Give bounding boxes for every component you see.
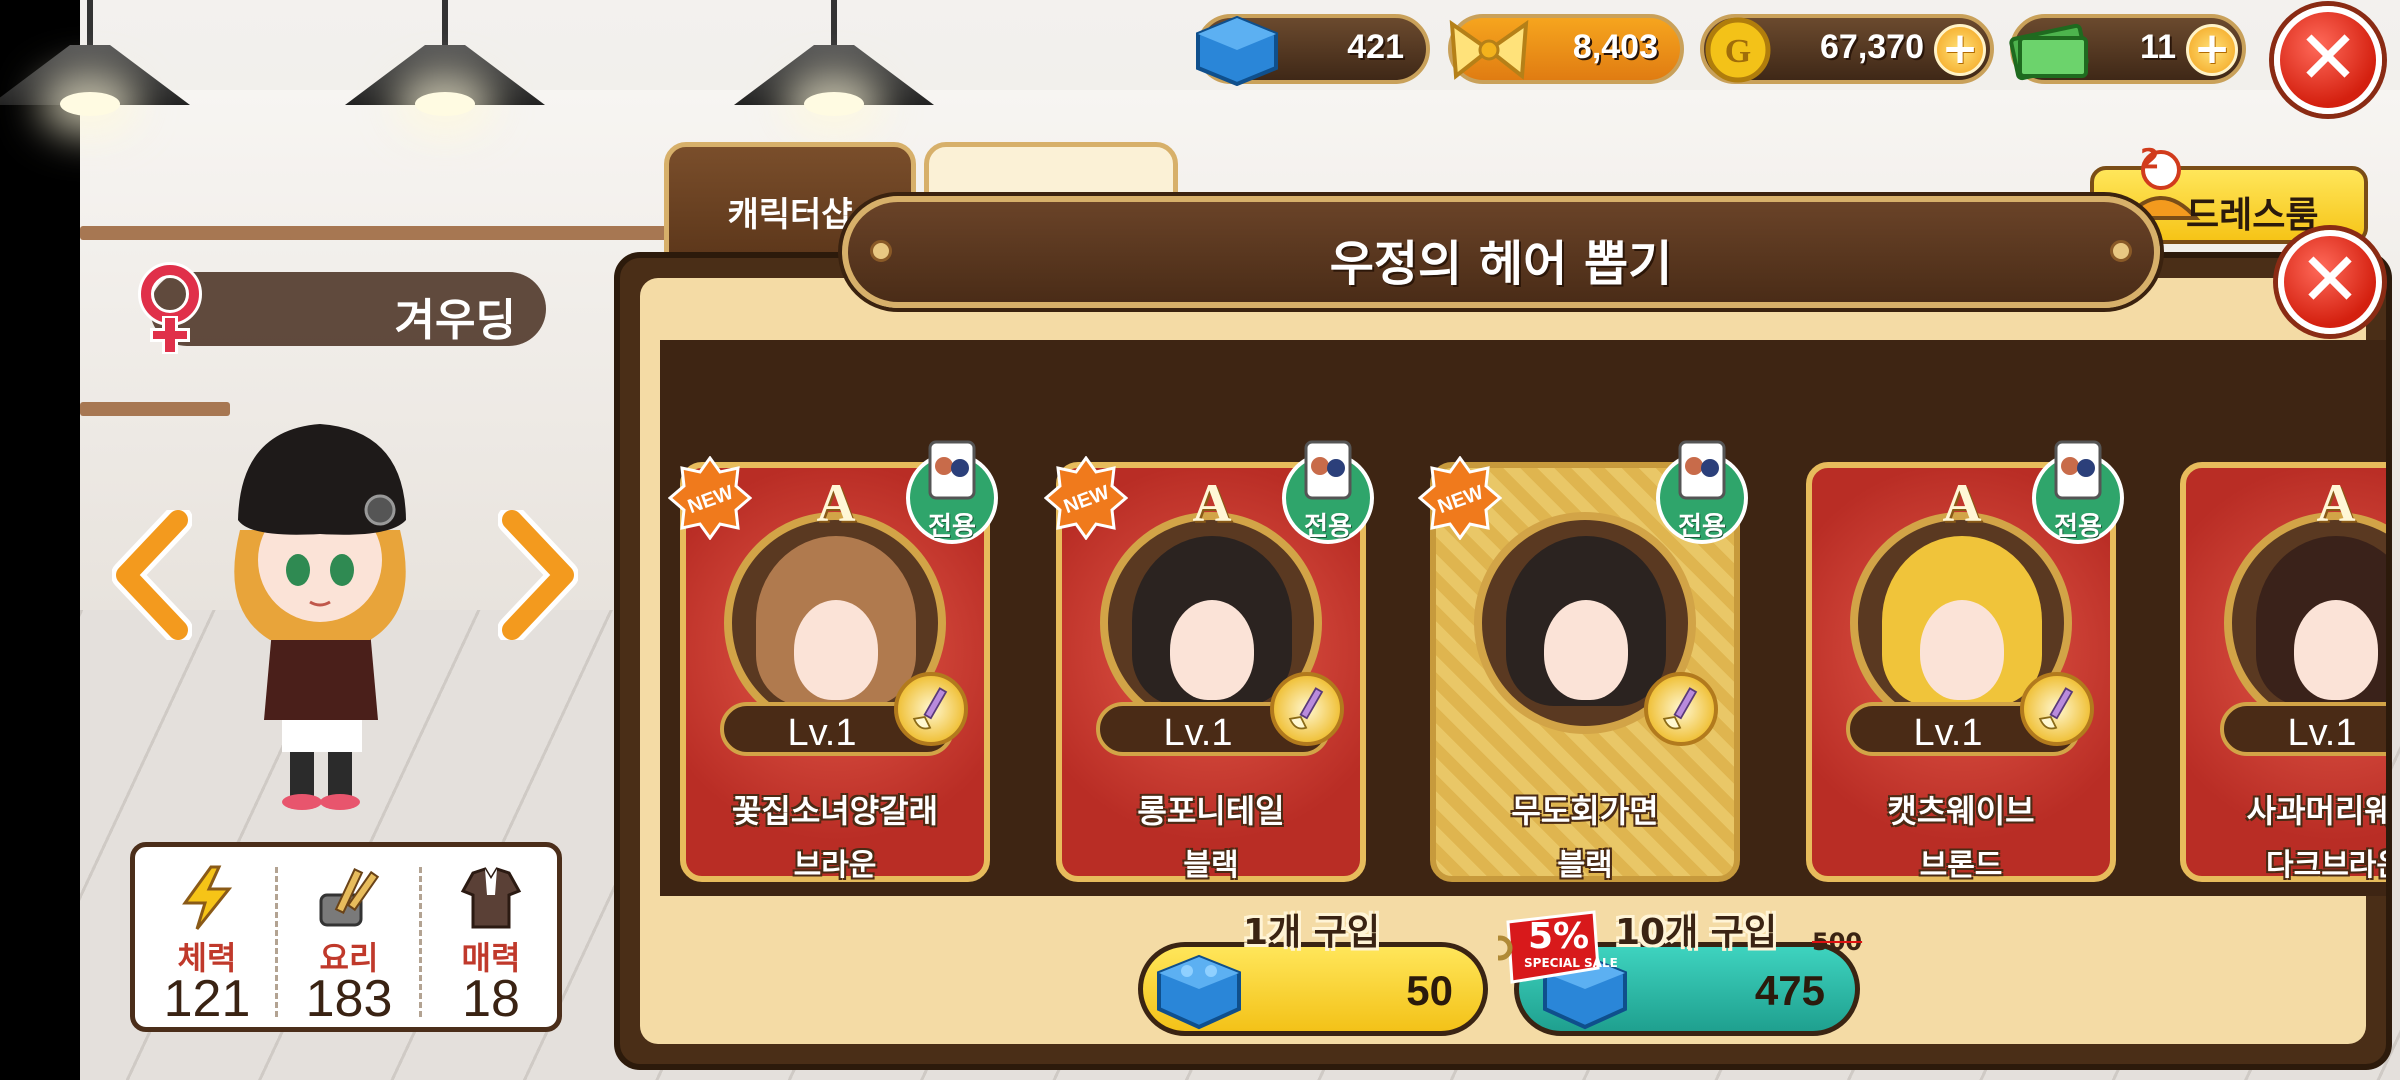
add-gold-button[interactable]: + bbox=[1934, 24, 1986, 76]
hair-color-name: 블랙 bbox=[1557, 848, 1613, 883]
currency-value: 67,370 bbox=[1820, 28, 1924, 66]
character-name: 겨우딩 bbox=[394, 295, 516, 346]
hair-color-name: 블랙 bbox=[1183, 848, 1239, 883]
level-text: Lv.1 bbox=[1163, 712, 1233, 754]
face-preview bbox=[794, 600, 878, 700]
hair-name: 무도회가면 bbox=[1511, 792, 1659, 830]
hair-color-name: 브라운 bbox=[793, 848, 877, 883]
face-preview bbox=[2294, 600, 2378, 700]
shelf bbox=[290, 226, 670, 240]
lightning-icon bbox=[182, 865, 233, 930]
dressroom-badge-count: 2 bbox=[2140, 142, 2160, 175]
stat-value: 18 bbox=[462, 970, 520, 1028]
dressroom-label: 드레스룸 bbox=[2186, 195, 2319, 236]
hair-card[interactable]: A Lv.1 사과머리웨이다크브라운 bbox=[2180, 462, 2386, 883]
previous-character-arrow-icon[interactable] bbox=[112, 510, 192, 640]
close-screen-button[interactable]: ✕ bbox=[2274, 6, 2382, 114]
character-name-plate: 겨우딩 bbox=[150, 272, 546, 346]
gold-coin-icon: G bbox=[1705, 17, 1771, 83]
face-preview bbox=[1920, 600, 2004, 700]
dye-brush-icon[interactable] bbox=[2020, 672, 2094, 746]
ceiling-lamp bbox=[345, 0, 545, 120]
buy-one-button[interactable]: 1개 구입 50 bbox=[1138, 912, 1488, 1036]
buy-ten-label: 10개 구입 bbox=[1615, 912, 1777, 953]
blue-cube-icon bbox=[1157, 954, 1241, 1030]
hair-card[interactable]: NEW 전용무도회가면블랙 bbox=[1418, 440, 1748, 883]
exclusive-label: 전용 bbox=[1304, 512, 1352, 542]
hair-card[interactable]: A 전용 Lv.1 캣츠웨이브브론드 bbox=[1806, 440, 2124, 883]
sale-percent: 5% bbox=[1528, 916, 1590, 957]
original-price: 500 bbox=[1812, 928, 1863, 956]
female-icon bbox=[138, 262, 202, 354]
ceiling-lamp bbox=[734, 0, 934, 120]
currency-gold: G + 67,370 bbox=[1700, 14, 1994, 84]
exclusive-label: 전용 bbox=[2054, 512, 2102, 542]
stat-charm: 매력 18 bbox=[421, 865, 561, 1028]
face-preview bbox=[1170, 600, 1254, 700]
stat-stamina: 체력 121 bbox=[137, 865, 277, 1028]
divider bbox=[275, 867, 278, 1017]
hair-color-name: 브론드 bbox=[1919, 848, 2003, 883]
face-preview bbox=[1544, 600, 1628, 700]
svg-text:G: G bbox=[1725, 33, 1751, 70]
level-text: Lv.1 bbox=[787, 712, 857, 754]
hair-portrait bbox=[2224, 512, 2386, 734]
sale-text: SPECIAL SALE bbox=[1524, 956, 1618, 970]
popup-title-bar: 우정의 헤어 뽑기 bbox=[842, 196, 2160, 308]
hair-card[interactable]: A NEW 전용 Lv.1 롱포니테일블랙 bbox=[1044, 440, 1374, 883]
new-badge-icon: NEW bbox=[1044, 456, 1128, 540]
cooking-icon bbox=[319, 868, 380, 927]
hair-card-list[interactable]: A NEW 전용 Lv.1 꽃집소녀양갈래 브라운 A NEW 전용 Lv.1 롱포니테일 블랙 NEW… bbox=[660, 340, 2386, 896]
ceiling-lamp bbox=[0, 0, 190, 120]
bow-icon bbox=[1449, 19, 1529, 80]
outfit-icon bbox=[460, 867, 522, 929]
currency-cash: + 11 bbox=[2009, 14, 2246, 84]
dye-brush-icon[interactable] bbox=[1644, 672, 1718, 746]
exclusive-label: 전용 bbox=[928, 512, 976, 542]
cash-icon bbox=[2009, 23, 2089, 81]
hair-name: 꽃집소녀양갈래 bbox=[731, 792, 939, 830]
hair-card[interactable]: A NEW 전용 Lv.1 꽃집소녀양갈래브라운 bbox=[668, 440, 998, 883]
character-stats-panel: 체력 121 요리 183 매력 18 bbox=[130, 842, 562, 1032]
buy-ten-price: 475 bbox=[1754, 967, 1825, 1014]
blue-cube-icon bbox=[1196, 15, 1278, 86]
close-popup-button[interactable]: ✕ bbox=[2278, 230, 2382, 334]
exclusive-label: 전용 bbox=[1678, 512, 1726, 542]
stat-cooking: 요리 183 bbox=[279, 865, 419, 1028]
currency-bow: 8,403 bbox=[1448, 14, 1684, 84]
hair-name: 롱포니테일 bbox=[1137, 792, 1285, 830]
add-cash-button[interactable]: + bbox=[2186, 24, 2238, 76]
currency-value: 421 bbox=[1347, 28, 1404, 66]
character-avatar[interactable] bbox=[220, 410, 460, 810]
level-text: Lv.1 bbox=[2287, 712, 2357, 754]
dye-brush-icon[interactable] bbox=[1270, 672, 1344, 746]
stat-value: 183 bbox=[305, 970, 393, 1028]
new-badge-icon: NEW bbox=[1418, 456, 1502, 540]
level-plate: Lv.1 bbox=[2220, 702, 2386, 756]
grade-letter: A bbox=[1192, 473, 1232, 533]
buy-one-label: 1개 구입 bbox=[1243, 912, 1380, 953]
buy-one-price: 50 bbox=[1406, 967, 1453, 1014]
grade-letter: A bbox=[2316, 473, 2356, 533]
level-text: Lv.1 bbox=[1913, 712, 1983, 754]
hair-name: 사과머리웨이 bbox=[2246, 792, 2386, 830]
stat-value: 121 bbox=[163, 970, 251, 1028]
currency-value: 8,403 bbox=[1572, 28, 1658, 66]
dye-brush-icon[interactable] bbox=[894, 672, 968, 746]
hair-color-name: 다크브라운 bbox=[2266, 848, 2386, 883]
popup-title: 우정의 헤어 뽑기 bbox=[1329, 236, 1673, 292]
currency-blue-cube: 421 bbox=[1196, 14, 1430, 86]
grade-letter: A bbox=[816, 473, 856, 533]
grade-letter: A bbox=[1942, 473, 1982, 533]
new-badge-icon: NEW bbox=[668, 456, 752, 540]
game-screen: 겨우딩 체력 121 요리 183 매력 18 캐릭터샵 2 드레스룸 A NE… bbox=[0, 0, 2400, 1080]
hair-name: 캣츠웨이브 bbox=[1887, 792, 2035, 830]
shelf bbox=[80, 402, 230, 416]
next-character-arrow-icon[interactable] bbox=[498, 510, 578, 640]
currency-value: 11 bbox=[2140, 28, 2176, 66]
